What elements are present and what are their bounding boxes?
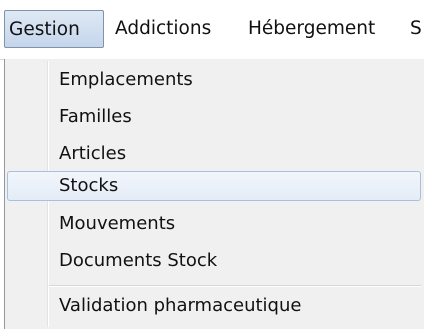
menu-item-label: Documents Stock [59, 250, 218, 271]
menu-item-label: Validation pharmaceutique [59, 295, 302, 316]
menu-item-stocks[interactable]: Stocks [7, 171, 421, 201]
menu-truncated[interactable]: S [410, 10, 422, 48]
menu-item-documents-stock[interactable]: Documents Stock [7, 246, 421, 276]
menu-item-label: Stocks [59, 175, 119, 196]
menu-item-familles[interactable]: Familles [7, 102, 421, 132]
menu-item-label: Mouvements [59, 213, 176, 234]
gestion-dropdown-menu: Emplacements Familles Articles Stocks Mo… [4, 59, 424, 329]
menu-gestion[interactable]: Gestion [4, 10, 104, 48]
menu-item-label: Articles [59, 143, 127, 164]
menu-bar: Gestion Addictions Hébergement S [0, 0, 424, 60]
menu-hebergement[interactable]: Hébergement [248, 10, 375, 48]
menu-item-label: Emplacements [59, 69, 193, 90]
menu-item-mouvements[interactable]: Mouvements [7, 209, 421, 239]
menu-item-emplacements[interactable]: Emplacements [7, 65, 421, 95]
app-window: Gestion Addictions Hébergement S Emplace… [0, 0, 424, 329]
menu-separator [49, 285, 421, 287]
menu-item-validation-pharmaceutique[interactable]: Validation pharmaceutique [7, 291, 421, 321]
menu-addictions[interactable]: Addictions [115, 10, 211, 48]
menu-item-articles[interactable]: Articles [7, 139, 421, 169]
menu-item-label: Familles [59, 106, 132, 127]
